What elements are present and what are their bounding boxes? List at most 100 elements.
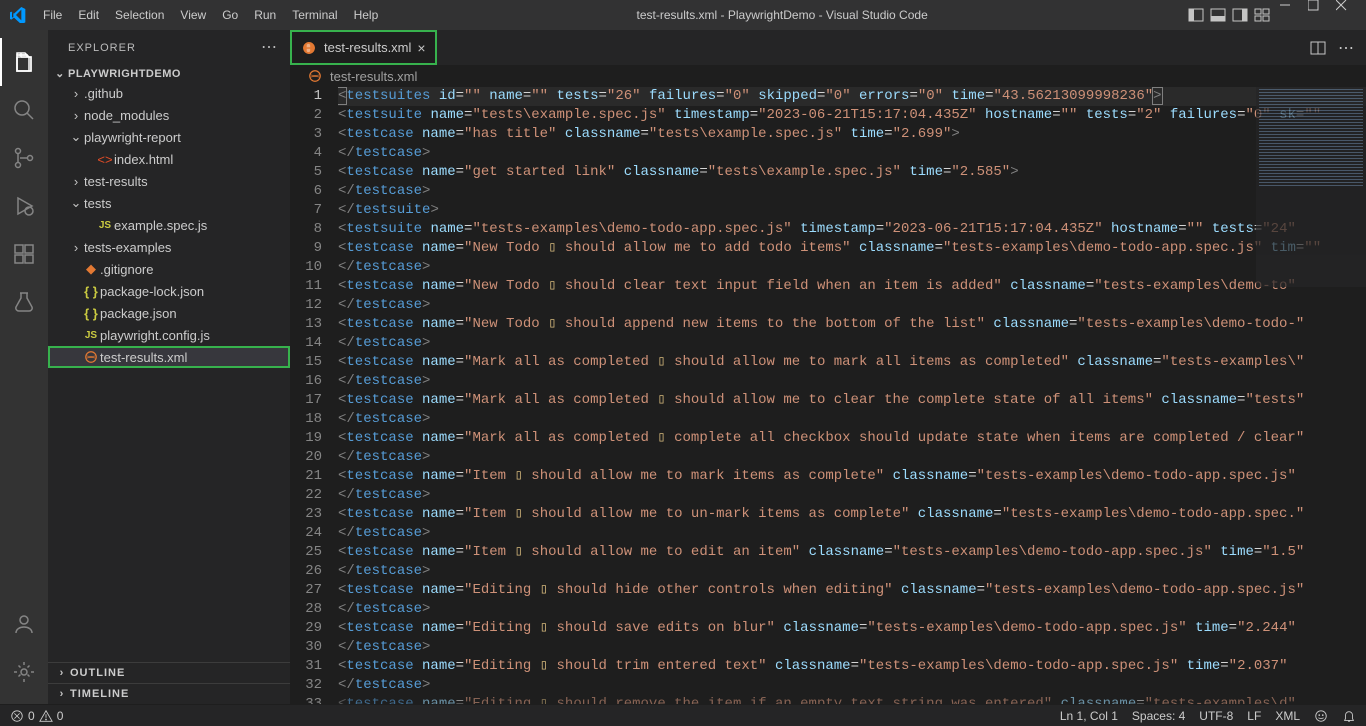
status-encoding[interactable]: UTF-8 <box>1199 709 1233 723</box>
file-test-results-xml[interactable]: test-results.xml <box>48 346 290 368</box>
status-indent[interactable]: Spaces: 4 <box>1132 709 1185 723</box>
code-line[interactable]: </testcase> <box>338 676 1366 695</box>
code-line[interactable]: <testcase name="New Todo ▯ should append… <box>338 315 1366 334</box>
folder--github[interactable]: ›.github <box>48 82 290 104</box>
code-line[interactable]: </testcase> <box>338 638 1366 657</box>
code-line[interactable]: </testsuite> <box>338 201 1366 220</box>
json-file-icon: { } <box>82 306 100 321</box>
breadcrumb[interactable]: test-results.xml <box>290 65 1366 87</box>
customize-layout-icon[interactable] <box>1254 7 1270 23</box>
code-line[interactable]: </testcase> <box>338 524 1366 543</box>
code-line[interactable]: <testcase name="Mark all as completed ▯ … <box>338 391 1366 410</box>
tab-test-results[interactable]: test-results.xml × <box>290 30 437 65</box>
source-control-icon[interactable] <box>0 134 48 182</box>
editor-more-icon[interactable]: ⋯ <box>1338 38 1354 58</box>
folder-test-results[interactable]: ›test-results <box>48 170 290 192</box>
run-debug-icon[interactable] <box>0 182 48 230</box>
code-line[interactable]: </testcase> <box>338 182 1366 201</box>
toggle-primary-sidebar-icon[interactable] <box>1188 7 1204 23</box>
tab-close-icon[interactable]: × <box>417 40 425 56</box>
tab-label: test-results.xml <box>324 40 411 55</box>
timeline-section[interactable]: ›TIMELINE <box>48 683 290 704</box>
explorer-icon[interactable] <box>0 38 48 86</box>
code-line[interactable]: </testcase> <box>338 562 1366 581</box>
code-line[interactable]: <testcase name="New Todo ▯ should allow … <box>338 239 1366 258</box>
code-line[interactable]: </testcase> <box>338 448 1366 467</box>
code-line[interactable]: <testcase name="Item ▯ should allow me t… <box>338 543 1366 562</box>
code-line[interactable]: <testcase name="Mark all as completed ▯ … <box>338 353 1366 372</box>
code-line[interactable]: <testcase name="Item ▯ should allow me t… <box>338 505 1366 524</box>
code-line[interactable]: <testcase name="Editing ▯ should trim en… <box>338 657 1366 676</box>
tree-item-label: package-lock.json <box>100 284 204 299</box>
file-playwright-config-js[interactable]: JSplaywright.config.js <box>48 324 290 346</box>
code-line[interactable]: </testcase> <box>338 600 1366 619</box>
code-line[interactable]: <testsuite name="tests-examples\demo-tod… <box>338 220 1366 239</box>
file-index-html[interactable]: <>index.html <box>48 148 290 170</box>
menu-go[interactable]: Go <box>214 0 246 30</box>
maximize-button[interactable] <box>1308 0 1334 30</box>
sidebar-title: EXPLORER <box>68 42 136 54</box>
testing-icon[interactable] <box>0 278 48 326</box>
menu-file[interactable]: File <box>35 0 70 30</box>
tree-item-label: node_modules <box>84 108 169 123</box>
search-icon[interactable] <box>0 86 48 134</box>
code-line[interactable]: <testcase name="Item ▯ should allow me t… <box>338 467 1366 486</box>
status-error-count: 0 <box>28 709 35 723</box>
editor-body[interactable]: 1234567891011121314151617181920212223242… <box>290 87 1366 704</box>
tree-item-label: tests-examples <box>84 240 171 255</box>
toggle-panel-icon[interactable] <box>1210 7 1226 23</box>
close-button[interactable] <box>1336 0 1362 30</box>
accounts-icon[interactable] <box>0 600 48 648</box>
code-line[interactable]: </testcase> <box>338 334 1366 353</box>
window-controls <box>1280 0 1366 30</box>
status-feedback-icon[interactable] <box>1314 709 1328 723</box>
code-line[interactable]: </testcase> <box>338 144 1366 163</box>
menu-run[interactable]: Run <box>246 0 284 30</box>
code-line[interactable]: <testsuites id="" name="" tests="26" fai… <box>338 87 1366 106</box>
code-line[interactable]: <testcase name="New Todo ▯ should clear … <box>338 277 1366 296</box>
menu-terminal[interactable]: Terminal <box>284 0 345 30</box>
code-line[interactable]: <testcase name="get started link" classn… <box>338 163 1366 182</box>
code-line[interactable]: <testcase name="Mark all as completed ▯ … <box>338 429 1366 448</box>
file-package-json[interactable]: { }package.json <box>48 302 290 324</box>
folder-node-modules[interactable]: ›node_modules <box>48 104 290 126</box>
json-file-icon: { } <box>82 284 100 299</box>
code-line[interactable]: </testcase> <box>338 410 1366 429</box>
code-line[interactable]: </testcase> <box>338 486 1366 505</box>
explorer-sidebar: EXPLORER ⋯ ⌄ PLAYWRIGHTDEMO ›.github›nod… <box>48 30 290 704</box>
minimize-button[interactable] <box>1280 0 1306 30</box>
code-line[interactable]: <testcase name="Editing ▯ should remove … <box>338 695 1366 704</box>
vscode-icon <box>0 7 35 23</box>
extensions-icon[interactable] <box>0 230 48 278</box>
file--gitignore[interactable]: ◆.gitignore <box>48 258 290 280</box>
code-line[interactable]: </testcase> <box>338 258 1366 277</box>
status-language[interactable]: XML <box>1275 709 1300 723</box>
activity-bar <box>0 30 48 704</box>
status-bell-icon[interactable] <box>1342 709 1356 723</box>
file-package-lock-json[interactable]: { }package-lock.json <box>48 280 290 302</box>
code-line[interactable]: <testcase name="Editing ▯ should save ed… <box>338 619 1366 638</box>
folder-tests-examples[interactable]: ›tests-examples <box>48 236 290 258</box>
outline-section[interactable]: ›OUTLINE <box>48 662 290 683</box>
toggle-secondary-sidebar-icon[interactable] <box>1232 7 1248 23</box>
split-editor-icon[interactable] <box>1310 40 1326 56</box>
status-cursor[interactable]: Ln 1, Col 1 <box>1060 709 1118 723</box>
editor-area: test-results.xml × ⋯ test-results.xml 12… <box>290 30 1366 704</box>
folder-playwright-report[interactable]: ⌄playwright-report <box>48 126 290 148</box>
menu-selection[interactable]: Selection <box>107 0 172 30</box>
minimap[interactable] <box>1256 87 1366 287</box>
workspace-root[interactable]: ⌄ PLAYWRIGHTDEMO <box>48 65 290 82</box>
file-example-spec-js[interactable]: JSexample.spec.js <box>48 214 290 236</box>
status-eol[interactable]: LF <box>1247 709 1261 723</box>
menu-view[interactable]: View <box>172 0 214 30</box>
code-line[interactable]: <testsuite name="tests\example.spec.js" … <box>338 106 1366 125</box>
code-line[interactable]: <testcase name="has title" classname="te… <box>338 125 1366 144</box>
menu-edit[interactable]: Edit <box>70 0 107 30</box>
status-problems[interactable]: 0 0 <box>10 709 63 723</box>
settings-gear-icon[interactable] <box>0 648 48 696</box>
code-line[interactable]: </testcase> <box>338 372 1366 391</box>
code-line[interactable]: </testcase> <box>338 296 1366 315</box>
menu-help[interactable]: Help <box>346 0 387 30</box>
folder-tests[interactable]: ⌄tests <box>48 192 290 214</box>
code-line[interactable]: <testcase name="Editing ▯ should hide ot… <box>338 581 1366 600</box>
